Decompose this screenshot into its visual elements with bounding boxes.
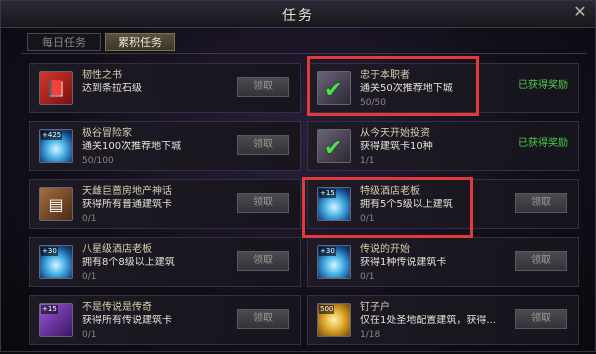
claim-button[interactable]: 领取 — [515, 251, 567, 271]
tab-cumulative[interactable]: 累积任务 — [105, 33, 175, 51]
icon-tag: +15 — [41, 305, 58, 314]
completed-status: 已获得奖励 — [518, 80, 568, 91]
highlight-box — [307, 56, 479, 116]
claim-button[interactable]: 领取 — [237, 77, 289, 97]
close-icon[interactable]: ✕ — [571, 3, 589, 21]
blue-orb-icon: +30 — [317, 245, 351, 279]
brown-card-icon: ▤ — [39, 187, 73, 221]
task-desc: 通关100次推荐地下城 — [82, 141, 182, 152]
task-card: +30 传说的开始 获得1种传说建筑卡 0/1 领取 — [307, 237, 579, 287]
tab-daily[interactable]: 每日任务 — [27, 33, 101, 51]
task-progress: 0/1 — [82, 272, 97, 282]
task-window: 任务 ✕ 每日任务 累积任务 📕 韧性之书 达到条拉石级 领取 ✔ 忠于本职者 … — [0, 0, 596, 352]
task-progress: 1/18 — [360, 330, 381, 340]
task-name: 天雌巨蔷房地产神话 — [82, 186, 172, 197]
task-card: +425 极谷冒险家 通关100次推荐地下城 50/100 领取 — [29, 121, 301, 171]
task-desc: 获得所有传说建筑卡 — [82, 315, 172, 326]
claim-button[interactable]: 领取 — [237, 193, 289, 213]
task-name: 极谷冒险家 — [82, 128, 132, 139]
task-desc: 仅在1处圣地配置建筑，获得... — [360, 315, 496, 326]
task-desc: 获得1种传说建筑卡 — [360, 257, 447, 268]
task-name: 从今天开始投资 — [360, 128, 430, 139]
task-progress: 0/1 — [82, 330, 97, 340]
task-desc: 达到条拉石级 — [82, 83, 142, 94]
icon-tag: +30 — [41, 247, 58, 256]
blue-orb-icon: +425 — [39, 129, 73, 163]
task-name: 传说的开始 — [360, 244, 410, 255]
task-progress: 50/100 — [82, 156, 114, 166]
task-card: +30 八星级酒店老板 拥有8个8级以上建筑 0/1 领取 — [29, 237, 301, 287]
claim-button[interactable]: 领取 — [237, 309, 289, 329]
green-check-icon: ✔ — [317, 129, 351, 163]
claim-button[interactable]: 领取 — [515, 193, 567, 213]
task-desc: 获得所有普通建筑卡 — [82, 199, 172, 210]
task-card: ▤ 天雌巨蔷房地产神话 获得所有普通建筑卡 0/1 领取 — [29, 179, 301, 229]
task-card: +15 不是传说是传奇 获得所有传说建筑卡 0/1 领取 — [29, 295, 301, 345]
task-card: 500 钉子户 仅在1处圣地配置建筑，获得... 1/18 领取 — [307, 295, 579, 345]
task-progress: 0/1 — [82, 214, 97, 224]
red-book-icon: 📕 — [39, 71, 73, 105]
blue-orb-icon: +30 — [39, 245, 73, 279]
purple-card-icon: +15 — [39, 303, 73, 337]
icon-tag: +30 — [319, 247, 336, 256]
task-card: 📕 韧性之书 达到条拉石级 领取 — [29, 63, 301, 113]
icon-tag: +425 — [41, 131, 63, 140]
task-progress: 1/1 — [360, 156, 375, 166]
icon-tag: 500 — [319, 305, 335, 314]
window-title: 任务 — [282, 8, 314, 24]
claim-button[interactable]: 领取 — [515, 309, 567, 329]
task-card: ✔ 从今天开始投资 获得建筑卡10种 1/1 已获得奖励 — [307, 121, 579, 171]
task-name: 八星级酒店老板 — [82, 244, 152, 255]
task-name: 钉子户 — [360, 302, 390, 313]
task-desc: 获得建筑卡10种 — [360, 141, 433, 152]
task-progress: 0/1 — [360, 272, 375, 282]
claim-button[interactable]: 领取 — [237, 251, 289, 271]
highlight-box — [302, 177, 473, 238]
task-name: 不是传说是传奇 — [82, 302, 152, 313]
completed-status: 已获得奖励 — [518, 138, 568, 149]
title-bar: 任务 ✕ — [1, 1, 595, 28]
task-desc: 拥有8个8级以上建筑 — [82, 257, 175, 268]
claim-button[interactable]: 领取 — [237, 135, 289, 155]
gold-coin-icon: 500 — [317, 303, 351, 337]
task-name: 韧性之书 — [82, 70, 122, 81]
